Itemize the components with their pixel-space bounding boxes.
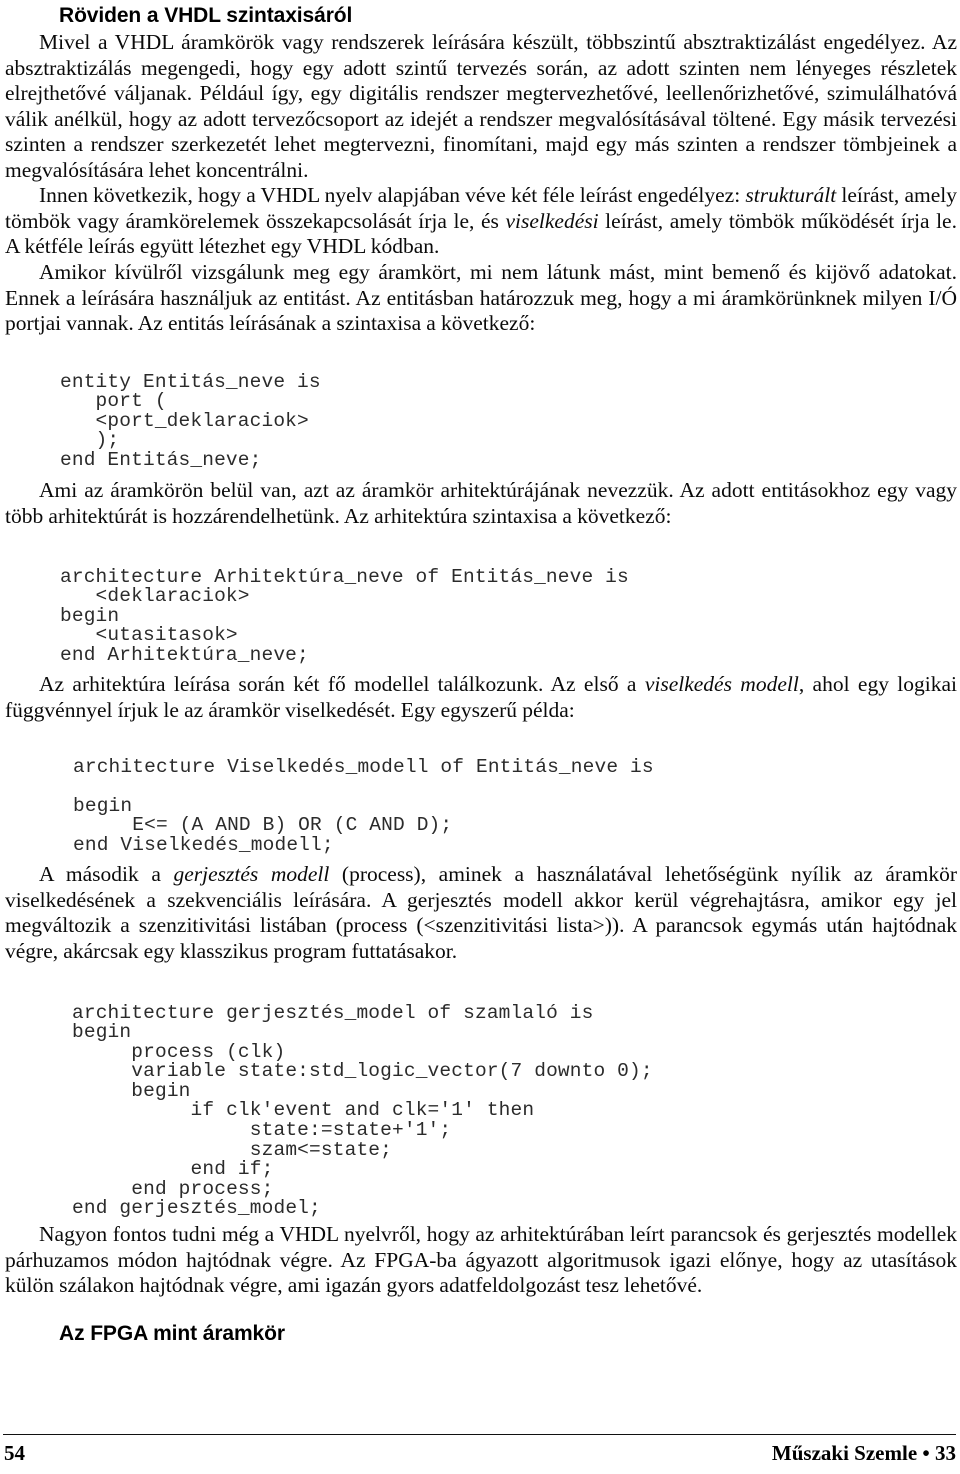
emphasis-viselkedes-modell: viselkedés modell [644, 672, 799, 696]
footer-journal-name: Műszaki Szemle • 33 [771, 1441, 956, 1465]
paragraph-entity: Amikor kívülről vizsgálunk meg egy áramk… [5, 260, 957, 337]
footer-page-number: 54 [4, 1441, 25, 1465]
paragraph-architecture: Ami az áramkörön belül van, azt az áramk… [5, 478, 957, 529]
emphasis-gerjesztes-modell: gerjesztés modell [173, 862, 330, 886]
paragraph-descriptions: Innen következik, hogy a VHDL nyelv alap… [5, 183, 957, 260]
code-block-behavior-model: architecture Viselkedés_modell of Entitá… [73, 755, 654, 856]
paragraph-text: Mivel a VHDL áramkörök vagy rendszerek l… [5, 30, 957, 182]
footer-divider [3, 1434, 956, 1435]
document-page: Röviden a VHDL szintaxisáról Mivel a VHD… [0, 0, 960, 1474]
section-title-fpga: Az FPGA mint áramkör [59, 1322, 285, 1345]
paragraph-text-pre: Innen következik, hogy a VHDL nyelv alap… [39, 183, 746, 207]
paragraph-text: Ami az áramkörön belül van, azt az áramk… [5, 478, 957, 528]
code-block-process-model: architecture gerjesztés_model of szamlal… [72, 1001, 653, 1220]
paragraph-text: Amikor kívülről vizsgálunk meg egy áramk… [5, 260, 957, 336]
paragraph-behavior-model: Az arhitektúra leírása során két fő mode… [5, 672, 957, 723]
paragraph-intro: Mivel a VHDL áramkörök vagy rendszerek l… [5, 30, 957, 184]
paragraph-text: Nagyon fontos tudni még a VHDL nyelvről,… [5, 1222, 957, 1298]
emphasis-viselkedesi: viselkedési [505, 208, 599, 233]
emphasis-strukturalt: strukturált [745, 183, 837, 207]
code-block-architecture: architecture Arhitektúra_neve of Entitás… [60, 565, 629, 666]
paragraph-parallel-execution: Nagyon fontos tudni még a VHDL nyelvről,… [5, 1222, 957, 1299]
code-block-entity: entity Entitás_neve is port ( <port_dekl… [60, 370, 321, 471]
paragraph-text-pre: A második a [39, 862, 174, 886]
paragraph-process-model: A második a gerjesztés modell (process),… [5, 862, 957, 964]
paragraph-text-pre: Az arhitektúra leírása során két fő mode… [39, 672, 645, 696]
page-title: Röviden a VHDL szintaxisáról [59, 4, 353, 27]
